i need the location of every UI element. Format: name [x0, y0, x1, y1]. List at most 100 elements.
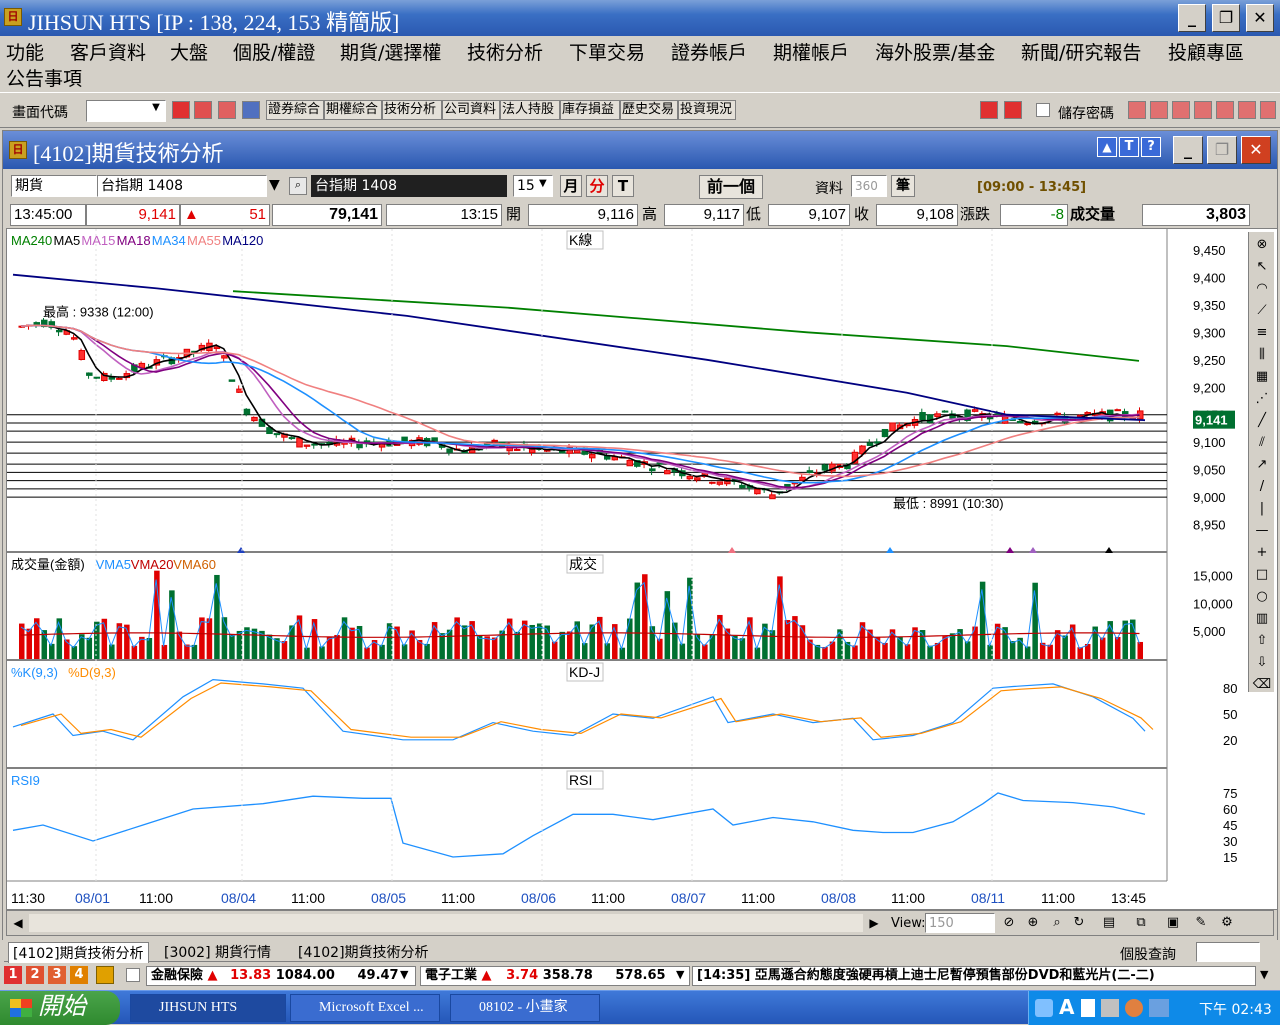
- zoom-in-icon[interactable]: ⊕: [1023, 914, 1043, 934]
- t-button[interactable]: T: [1119, 137, 1139, 157]
- page-1-button[interactable]: 1: [4, 966, 22, 984]
- menu-order[interactable]: 下單交易: [569, 38, 645, 65]
- symbol-input[interactable]: 台指期 1408: [97, 175, 267, 197]
- ray-icon[interactable]: ↗: [1252, 456, 1272, 476]
- tab-4102-b[interactable]: [4102]期貨技術分析: [294, 942, 433, 962]
- child-restore-button[interactable]: ❐: [1207, 136, 1237, 164]
- menu-function[interactable]: 功能: [6, 38, 44, 65]
- month-button[interactable]: 月: [560, 175, 582, 197]
- rectangle-icon[interactable]: □: [1252, 566, 1272, 586]
- tool7-icon[interactable]: [1260, 101, 1276, 119]
- arrow-right-icon[interactable]: [1004, 101, 1022, 119]
- tab-company[interactable]: 公司資料: [442, 100, 500, 120]
- slash-icon[interactable]: /: [1252, 478, 1272, 498]
- tab-securities-summary[interactable]: 證券綜合: [266, 100, 324, 120]
- ime-icon[interactable]: A: [1059, 995, 1074, 1019]
- tab-technical[interactable]: 技術分析: [382, 100, 442, 120]
- tool1-icon[interactable]: [1128, 101, 1146, 119]
- eraser-icon[interactable]: ⌫: [1252, 676, 1272, 696]
- search-icon[interactable]: [172, 101, 190, 119]
- arrow-up-icon[interactable]: ⇧: [1252, 632, 1272, 652]
- stock-query-input[interactable]: [1196, 942, 1260, 962]
- tool4-icon[interactable]: [1194, 101, 1212, 119]
- news-ticker[interactable]: [14:35] 亞馬遜合約態度強硬再槓上迪士尼暫停預售部份DVD和藍光片(二-二…: [692, 966, 1256, 986]
- settings-icon[interactable]: ⚙: [1217, 914, 1237, 934]
- keyboard-icon[interactable]: [1101, 999, 1119, 1017]
- scroll-right-icon[interactable]: ▶: [865, 913, 883, 933]
- horizontal-line-icon[interactable]: —: [1252, 522, 1272, 542]
- window-icon[interactable]: ▣: [1163, 914, 1183, 934]
- grid-icon[interactable]: ▦: [1252, 368, 1272, 388]
- ime-mode-icon[interactable]: [1081, 999, 1095, 1017]
- folder-icon[interactable]: [194, 101, 212, 119]
- pen-icon[interactable]: ✎: [1191, 914, 1211, 934]
- data-count-input[interactable]: 360: [851, 175, 887, 197]
- clear-icon[interactable]: ⊗: [1252, 236, 1272, 256]
- monitor-icon[interactable]: [1149, 999, 1169, 1017]
- tool2-icon[interactable]: [1150, 101, 1168, 119]
- menu-technical[interactable]: 技術分析: [467, 38, 543, 65]
- tab-futures-summary[interactable]: 期權綜合: [324, 100, 382, 120]
- chevron-down-icon[interactable]: ▼: [1260, 968, 1268, 981]
- copy-icon[interactable]: ⧉: [1131, 914, 1151, 934]
- zoom-icon[interactable]: ⊘: [999, 914, 1019, 934]
- menu-customer[interactable]: 客戶資料: [70, 38, 146, 65]
- channel-icon[interactable]: ⫽: [1252, 434, 1272, 454]
- chevron-down-icon[interactable]: ▼: [676, 968, 684, 981]
- chart-type-icon[interactable]: ▤: [1099, 914, 1119, 934]
- menu-stock-warrant[interactable]: 個股/權證: [233, 38, 315, 65]
- taskbar-item-excel[interactable]: Microsoft Excel ...: [290, 994, 440, 1022]
- tool5-icon[interactable]: [1216, 101, 1234, 119]
- chevron-down-icon[interactable]: ▼: [539, 178, 547, 189]
- magnifier-icon[interactable]: ⌕: [289, 177, 307, 195]
- scroll-track[interactable]: [29, 914, 863, 932]
- magnifier-icon[interactable]: ⌕: [1047, 914, 1067, 934]
- minute-button[interactable]: 分: [586, 175, 608, 197]
- tab-institutional[interactable]: 法人持股: [500, 100, 560, 120]
- tab-history[interactable]: 歷史交易: [620, 100, 678, 120]
- menu-securities-account[interactable]: 證券帳戶: [671, 38, 747, 65]
- arrow-down-icon[interactable]: ⇩: [1252, 654, 1272, 674]
- close-button[interactable]: ✕: [1246, 4, 1274, 32]
- view-input[interactable]: 150: [925, 913, 995, 933]
- tab-inventory[interactable]: 庫存損益: [560, 100, 620, 120]
- bars-icon[interactable]: ▥: [1252, 610, 1272, 630]
- child-close-button[interactable]: ✕: [1241, 136, 1271, 164]
- tick-button[interactable]: T: [612, 175, 634, 197]
- vgrid-icon[interactable]: ⫼: [1252, 346, 1272, 366]
- child-minimize-button[interactable]: _: [1173, 136, 1203, 164]
- fan-icon[interactable]: ⟋: [1252, 302, 1272, 322]
- page-3-button[interactable]: 3: [48, 966, 66, 984]
- menu-futures-options[interactable]: 期貨/選擇權: [340, 38, 441, 65]
- prev-button[interactable]: 前一個: [699, 175, 763, 199]
- help-icon[interactable]: [1125, 999, 1143, 1017]
- chart-area[interactable]: K線 MA240 MA5 MA15 MA18 MA34 MA55 MA120 成交 成交量(金額)…: [6, 228, 1278, 910]
- tool-icon[interactable]: [218, 101, 236, 119]
- page-2-button[interactable]: 2: [26, 966, 44, 984]
- menu-advisor[interactable]: 投顧專區: [1168, 38, 1244, 65]
- menu-overseas[interactable]: 海外股票/基金: [875, 38, 995, 65]
- scroll-left-icon[interactable]: ◀: [9, 913, 27, 933]
- crosshair-icon[interactable]: +: [1252, 544, 1272, 564]
- cursor-icon[interactable]: ↖: [1252, 258, 1272, 278]
- tab-4102-a[interactable]: [4102]期貨技術分析: [8, 942, 149, 963]
- arc-icon[interactable]: ◠: [1252, 280, 1272, 300]
- arrow-left-icon[interactable]: [980, 101, 998, 119]
- chevron-down-icon[interactable]: ▼: [148, 102, 164, 118]
- taskbar-item-jihsun[interactable]: JIHSUN HTS: [130, 994, 286, 1022]
- refresh-icon[interactable]: ↻: [1069, 914, 1089, 934]
- tab-investment[interactable]: 投資現況: [678, 100, 736, 120]
- lines-icon[interactable]: ⋰: [1252, 390, 1272, 410]
- fib-icon[interactable]: ≡: [1252, 324, 1272, 344]
- restore-button[interactable]: ❐: [1212, 4, 1240, 32]
- menu-announcement[interactable]: 公告事項: [6, 64, 82, 91]
- minimize-button[interactable]: _: [1178, 4, 1206, 32]
- taskbar-item-paint[interactable]: 08102 - 小畫家: [450, 994, 600, 1022]
- interval-select[interactable]: 15: [513, 175, 553, 197]
- page-4-button[interactable]: 4: [70, 966, 88, 984]
- network-icon[interactable]: [1035, 999, 1053, 1017]
- dropdown-icon[interactable]: [242, 101, 260, 119]
- chevron-down-icon[interactable]: ▼: [400, 968, 408, 981]
- lock-icon[interactable]: [96, 966, 114, 984]
- menu-futures-account[interactable]: 期權帳戶: [773, 38, 849, 65]
